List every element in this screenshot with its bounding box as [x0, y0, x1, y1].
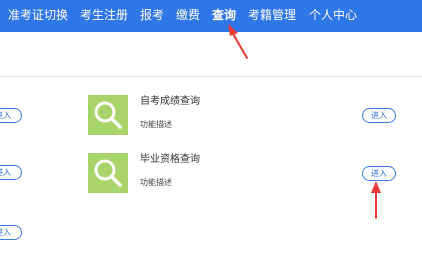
service-list: [0, 77, 422, 254]
sub-header-bar: [0, 32, 422, 77]
service-tile-graduation-query[interactable]: [88, 153, 128, 193]
top-nav: 准考证切换 考生注册 报考 缴费 查询 考籍管理 个人中心: [0, 0, 422, 32]
enter-button-graduation-query[interactable]: 进入: [362, 166, 396, 181]
service-description: 功能描述: [140, 120, 172, 129]
nav-item-personal-center[interactable]: 个人中心: [309, 7, 357, 23]
enter-button-score-query[interactable]: 进入: [362, 108, 396, 123]
nav-item-apply-exam[interactable]: 报考: [140, 7, 164, 23]
nav-item-ticket-switch[interactable]: 准考证切换: [8, 7, 68, 23]
magnifier-icon: [94, 101, 122, 129]
enter-button-left-1[interactable]: 进入: [0, 108, 22, 123]
service-tile-score-query[interactable]: [88, 95, 128, 135]
service-title-score-query[interactable]: 自考成绩查询: [140, 96, 200, 108]
nav-item-payment[interactable]: 缴费: [176, 7, 200, 23]
nav-item-query[interactable]: 查询: [212, 7, 236, 23]
enter-button-left-3[interactable]: 进入: [0, 225, 22, 240]
nav-item-record-management[interactable]: 考籍管理: [248, 7, 296, 23]
nav-item-registration[interactable]: 考生注册: [80, 7, 128, 23]
service-title-graduation-query[interactable]: 毕业资格查询: [140, 154, 200, 166]
enter-button-left-2[interactable]: 进入: [0, 165, 22, 180]
service-description: 功能描述: [140, 178, 172, 187]
magnifier-icon: [94, 159, 122, 187]
